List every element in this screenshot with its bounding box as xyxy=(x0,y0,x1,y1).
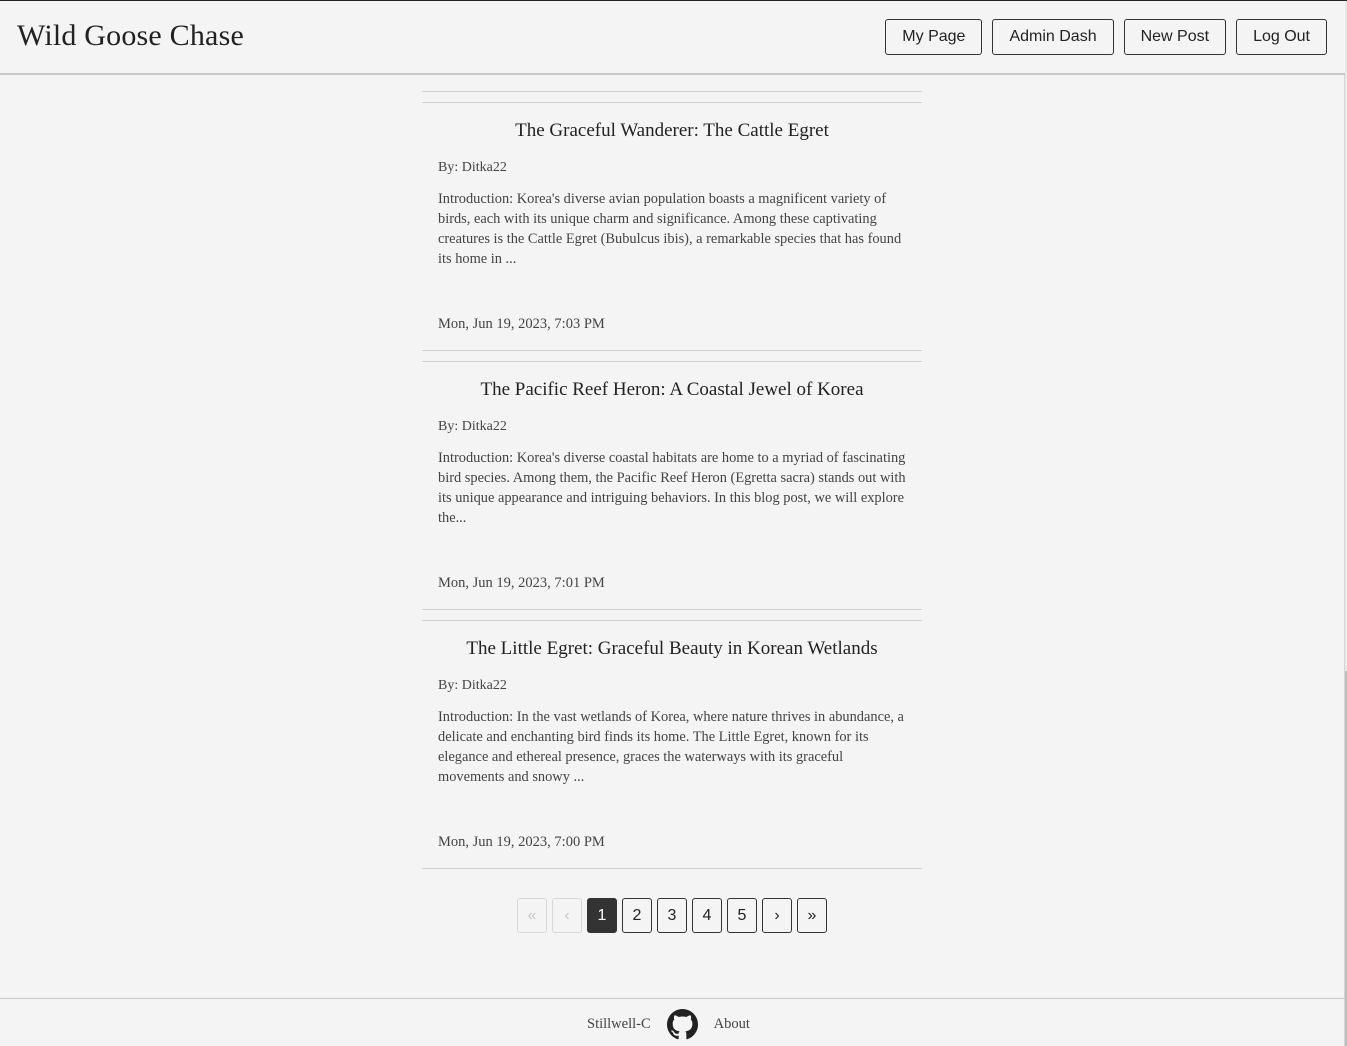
post-card: The Pacific Reef Heron: A Coastal Jewel … xyxy=(422,350,922,609)
post-card: The Little Egret: Graceful Beauty in Kor… xyxy=(422,609,922,869)
log-out-button[interactable]: Log Out xyxy=(1236,19,1327,55)
about-link[interactable]: About xyxy=(714,1016,750,1033)
admin-dash-button[interactable]: Admin Dash xyxy=(992,19,1114,55)
post-date: Mon, Jun 19, 2023, 7:01 PM xyxy=(438,575,605,591)
next-page-button[interactable]: › xyxy=(762,898,792,933)
header-nav: My Page Admin Dash New Post Log Out xyxy=(885,19,1327,55)
post-title[interactable]: The Graceful Wanderer: The Cattle Egret xyxy=(422,118,922,144)
post-excerpt: Introduction: Korea's diverse coastal ha… xyxy=(438,450,906,526)
page: Wild Goose Chase My Page Admin Dash New … xyxy=(0,0,1347,1046)
github-icon[interactable] xyxy=(666,1009,698,1040)
post-excerpt: Introduction: Korea's diverse avian popu… xyxy=(438,191,902,267)
post-excerpt: Introduction: In the vast wetlands of Ko… xyxy=(438,709,904,785)
post-date: Mon, Jun 19, 2023, 7:03 PM xyxy=(438,316,605,332)
post-title[interactable]: The Pacific Reef Heron: A Coastal Jewel … xyxy=(422,377,922,403)
github-user-link[interactable]: Stillwell-C xyxy=(587,1016,651,1033)
my-page-button[interactable]: My Page xyxy=(885,19,983,55)
page-button-4[interactable]: 4 xyxy=(692,898,722,933)
site-footer: Stillwell-C About xyxy=(0,998,1345,1046)
post-date: Mon, Jun 19, 2023, 7:00 PM xyxy=(438,834,605,850)
page-button-5[interactable]: 5 xyxy=(727,898,757,933)
page-button-2[interactable]: 2 xyxy=(622,898,652,933)
site-header: Wild Goose Chase My Page Admin Dash New … xyxy=(0,1,1345,75)
site-brand[interactable]: Wild Goose Chase xyxy=(17,16,244,56)
first-page-button: « xyxy=(517,898,547,933)
post-card: The Graceful Wanderer: The Cattle Egret … xyxy=(422,91,922,350)
last-page-button[interactable]: » xyxy=(797,898,827,933)
post-author: By: Ditka22 xyxy=(438,678,507,693)
page-button-1[interactable]: 1 xyxy=(587,898,617,933)
post-author: By: Ditka22 xyxy=(438,419,507,434)
footer-links: Stillwell-C About xyxy=(587,1009,750,1040)
post-title[interactable]: The Little Egret: Graceful Beauty in Kor… xyxy=(422,636,922,662)
post-list: The Graceful Wanderer: The Cattle Egret … xyxy=(422,91,922,869)
pagination: « ‹ 1 2 3 4 5 › » xyxy=(517,898,827,933)
post-author: By: Ditka22 xyxy=(438,160,507,175)
new-post-button[interactable]: New Post xyxy=(1123,19,1227,55)
prev-page-button: ‹ xyxy=(552,898,582,933)
page-button-3[interactable]: 3 xyxy=(657,898,687,933)
